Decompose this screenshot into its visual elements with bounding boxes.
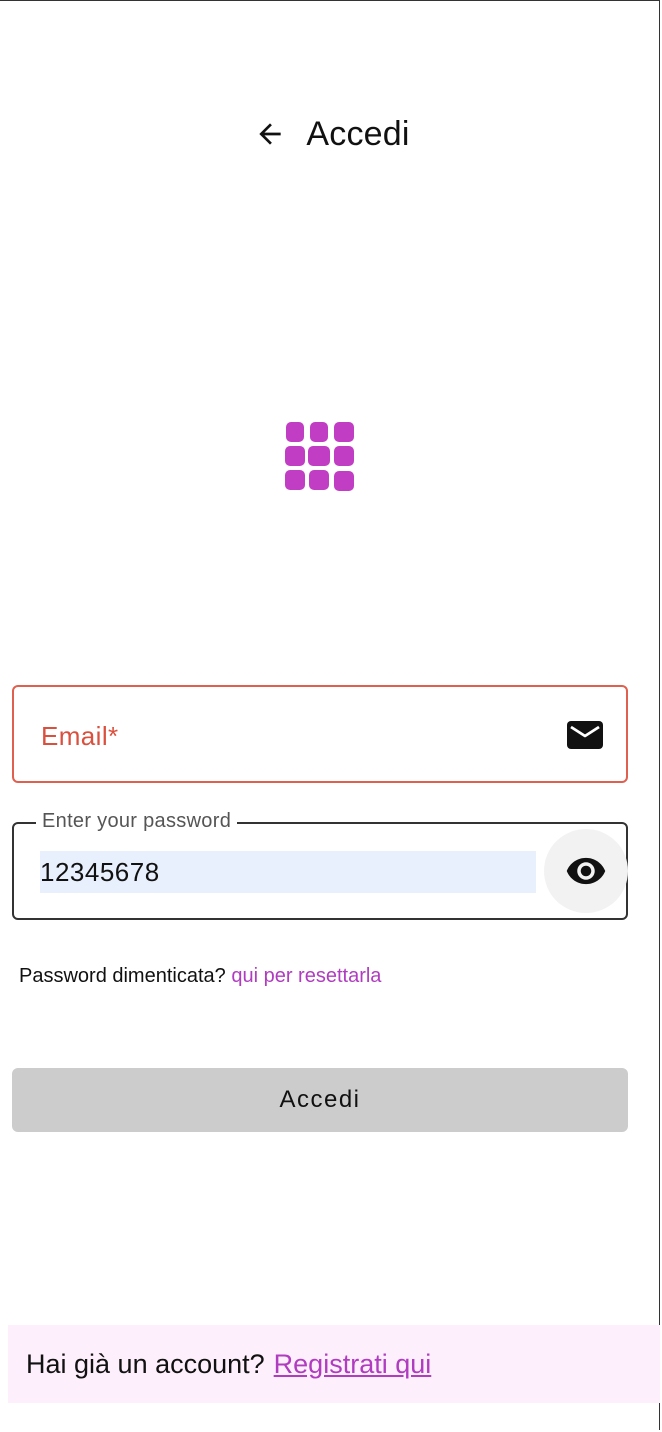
- login-button[interactable]: Accedi: [12, 1068, 628, 1132]
- mail-icon: [567, 721, 603, 749]
- password-legend: Enter your password: [36, 810, 238, 833]
- arrow-left-icon: [259, 123, 282, 145]
- password-input[interactable]: [40, 851, 536, 893]
- forgot-password-text: Password dimenticata?: [19, 965, 226, 987]
- app-header: Accedi: [0, 112, 662, 156]
- password-field[interactable]: Enter your password: [12, 810, 628, 920]
- toggle-password-visibility-button[interactable]: [544, 829, 628, 913]
- email-field[interactable]: Email*: [12, 685, 628, 783]
- eye-icon: [566, 857, 606, 885]
- page-title: Accedi: [306, 114, 410, 153]
- grid-logo-icon: [285, 422, 354, 491]
- register-link[interactable]: Registrati qui: [274, 1349, 432, 1380]
- back-button[interactable]: [252, 116, 288, 152]
- email-label: Email*: [41, 721, 119, 751]
- reset-password-link[interactable]: qui per resettarla: [231, 965, 381, 987]
- register-footer: Hai già un account? Registrati qui: [8, 1325, 660, 1403]
- footer-text: Hai già un account?: [26, 1348, 265, 1379]
- forgot-password-row: Password dimenticata? qui per resettarla: [19, 965, 381, 988]
